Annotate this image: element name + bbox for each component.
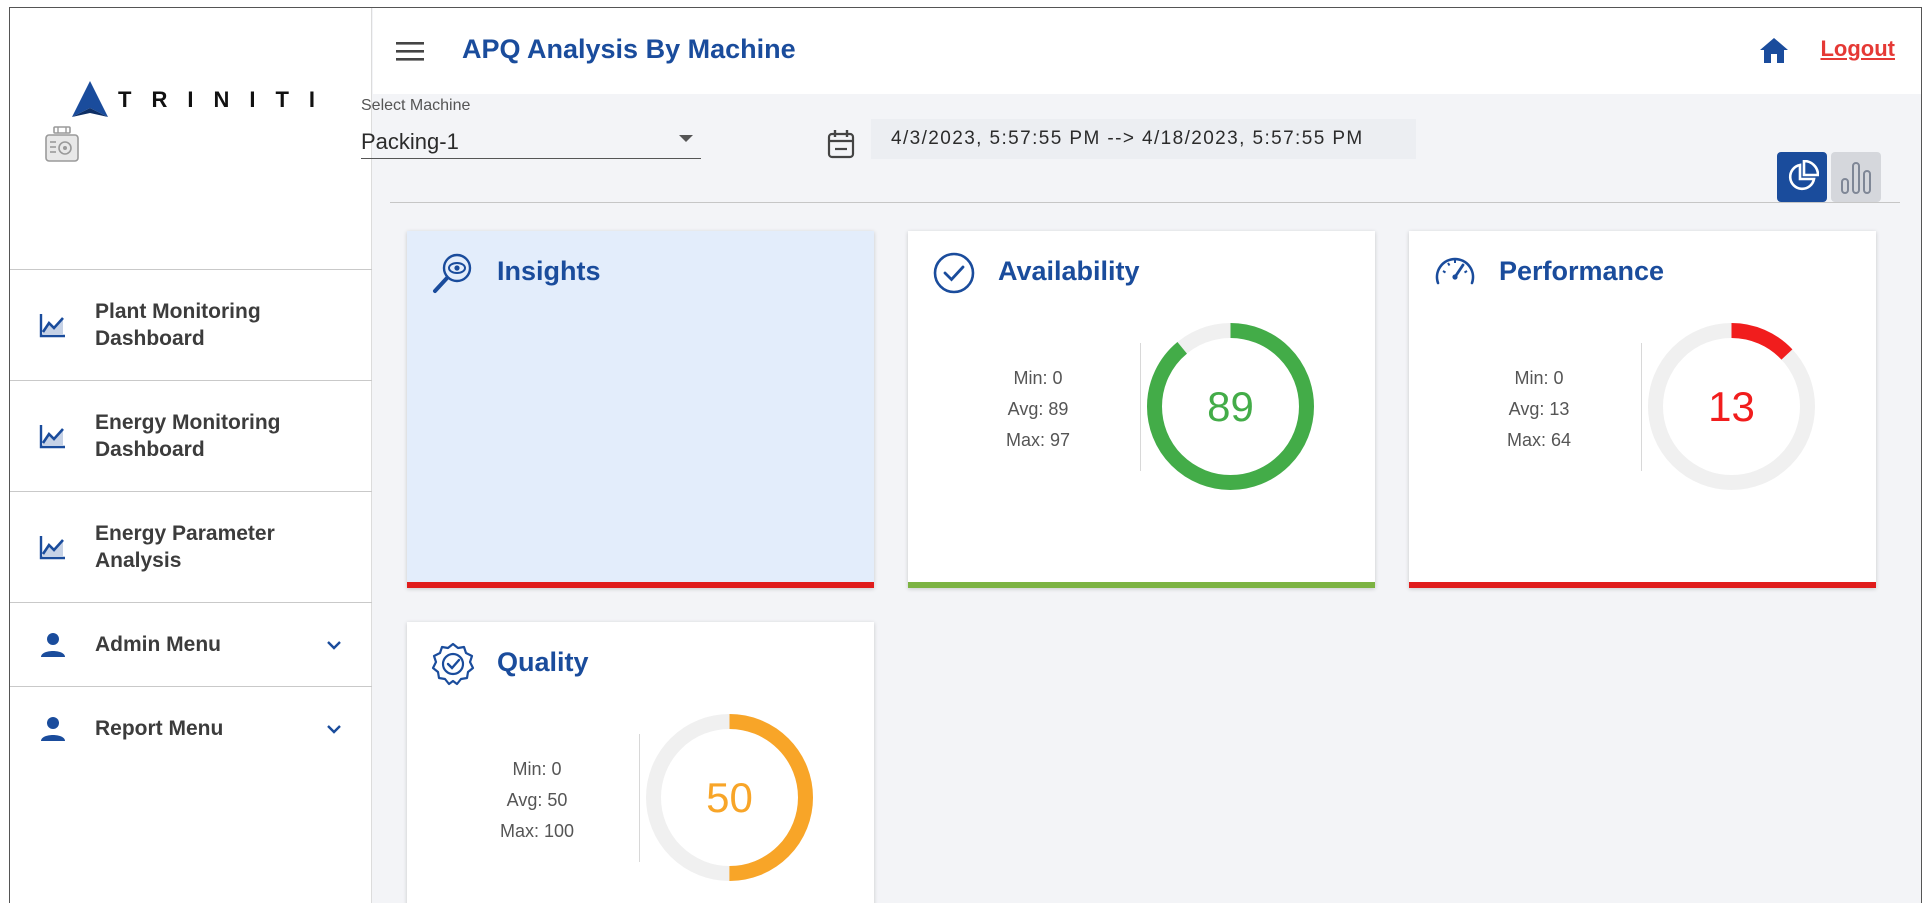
sidebar-item-label: Admin Menu	[95, 633, 221, 656]
brand-logo: TRINITI	[68, 81, 335, 119]
stats-separator	[1140, 343, 1141, 471]
logout-link[interactable]: Logout	[1820, 36, 1895, 62]
calendar-icon[interactable]	[827, 129, 855, 159]
pie-chart-icon	[1788, 160, 1819, 191]
sidebar-item-label: Energy Parameter Analysis	[95, 522, 275, 572]
sidebar-item-energy-parameter[interactable]: Energy Parameter Analysis	[10, 491, 372, 602]
stats-separator	[639, 734, 640, 862]
machine-icon	[45, 126, 79, 162]
machine-select[interactable]: Packing-1	[361, 119, 701, 159]
stat-max: Max: 100	[499, 821, 575, 841]
performance-card: Performance Min: 0 Avg: 13 Max: 64 13	[1409, 231, 1876, 588]
sidebar-item-label: Energy Monitoring Dashboard	[95, 411, 281, 461]
insights-card: Insights	[407, 231, 874, 588]
date-range-field[interactable]: 4/3/2023, 5:57:55 PM --> 4/18/2023, 5:57…	[871, 119, 1416, 159]
card-status-bar	[908, 582, 1375, 588]
bar-chart-icon	[1841, 162, 1871, 194]
card-title: Quality	[497, 647, 589, 677]
caret-down-icon	[679, 135, 693, 142]
stat-min: Min: 0	[512, 759, 562, 779]
gauge-value: 50	[706, 774, 753, 821]
stat-min: Min: 0	[1013, 368, 1063, 388]
app-frame: TRINITI Plant Monitoring Dashboard Energ…	[9, 7, 1922, 903]
hamburger-menu-icon[interactable]	[396, 40, 424, 62]
chart-line-icon	[39, 425, 65, 449]
page-title: APQ Analysis By Machine	[462, 34, 796, 64]
filter-divider	[390, 202, 1900, 203]
person-icon	[41, 716, 65, 741]
top-header: APQ Analysis By Machine Logout	[373, 8, 1921, 94]
card-status-bar	[407, 582, 874, 588]
stats-list: Min: 0 Avg: 89 Max: 97	[963, 363, 1113, 456]
quality-card: Quality Min: 0 Avg: 50 Max: 100 50	[407, 622, 874, 903]
card-title: Performance	[1499, 256, 1665, 286]
card-title: Availability	[998, 256, 1140, 286]
chevron-down-icon	[327, 724, 341, 734]
stat-avg: Avg: 13	[1508, 399, 1570, 419]
home-icon[interactable]	[1759, 36, 1789, 64]
stat-avg: Avg: 50	[506, 790, 568, 810]
pie-view-toggle[interactable]	[1777, 152, 1827, 202]
sidebar-item-plant-monitoring[interactable]: Plant Monitoring Dashboard	[10, 269, 372, 380]
stats-separator	[1641, 343, 1642, 471]
speedometer-icon	[1435, 257, 1475, 285]
insights-search-icon	[433, 253, 472, 293]
machine-select-label: Select Machine	[361, 97, 471, 114]
card-status-bar	[1409, 582, 1876, 588]
sidebar-item-label: Plant Monitoring Dashboard	[95, 300, 261, 350]
brand-name: TRINITI	[118, 87, 335, 112]
quality-badge-icon	[431, 642, 475, 686]
machine-select-value: Packing-1	[361, 129, 459, 154]
stats-list: Min: 0 Avg: 13 Max: 64	[1464, 363, 1614, 456]
stat-max: Max: 64	[1506, 430, 1572, 450]
chart-line-icon	[39, 536, 65, 560]
gauge-value: 89	[1207, 383, 1254, 430]
sidebar-nav: Plant Monitoring Dashboard Energy Monito…	[10, 269, 372, 770]
card-title: Insights	[497, 256, 601, 286]
stat-avg: Avg: 89	[1007, 399, 1069, 419]
chart-line-icon	[39, 314, 65, 338]
stats-list: Min: 0 Avg: 50 Max: 100	[462, 754, 612, 847]
person-icon	[41, 632, 65, 657]
gauge-value: 13	[1708, 383, 1755, 430]
sidebar-item-energy-monitoring[interactable]: Energy Monitoring Dashboard	[10, 380, 372, 491]
sidebar-item-label: Report Menu	[95, 717, 224, 740]
triniti-logo-icon	[72, 81, 108, 117]
sidebar-item-admin-menu[interactable]: Admin Menu	[10, 602, 372, 686]
bar-view-toggle[interactable]	[1831, 152, 1881, 202]
stat-max: Max: 97	[1005, 430, 1071, 450]
chevron-down-icon	[327, 640, 341, 650]
availability-card: Availability Min: 0 Avg: 89 Max: 97 89	[908, 231, 1375, 588]
stat-min: Min: 0	[1514, 368, 1564, 388]
sidebar-item-report-menu[interactable]: Report Menu	[10, 686, 372, 770]
check-circle-icon	[933, 252, 975, 294]
